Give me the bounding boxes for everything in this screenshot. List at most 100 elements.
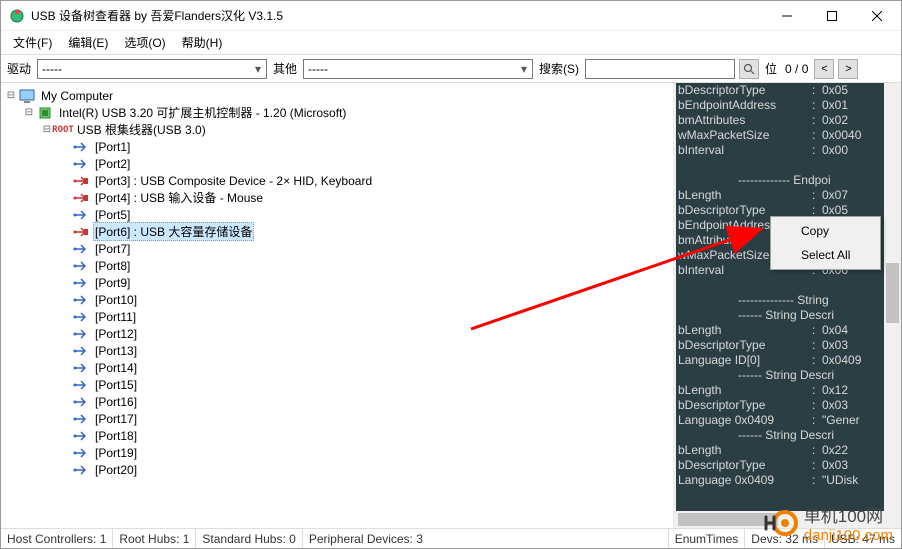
expand-icon	[59, 175, 71, 187]
detail-line[interactable]: bEndpointAddress: 0x01	[676, 98, 884, 113]
tree-node[interactable]: [Port10]	[5, 291, 673, 308]
tree-node[interactable]: [Port5]	[5, 206, 673, 223]
usb-empty-icon	[73, 208, 89, 222]
expand-icon	[59, 413, 71, 425]
chevron-down-icon: ▾	[516, 62, 532, 76]
tree-node-label: [Port16]	[93, 395, 139, 409]
expand-icon	[59, 294, 71, 306]
detail-line[interactable]: Language ID[0]: 0x0409	[676, 353, 884, 368]
expand-icon	[59, 311, 71, 323]
detail-line[interactable]: bDescriptorType: 0x05	[676, 83, 884, 98]
detail-line[interactable]: bLength: 0x07	[676, 188, 884, 203]
tree-node[interactable]: [Port11]	[5, 308, 673, 325]
sb-enumtimes: EnumTimes	[669, 529, 746, 548]
usb-empty-icon	[73, 242, 89, 256]
detail-line[interactable]: wMaxPacketSize: 0x0040	[676, 128, 884, 143]
device-tree[interactable]: ⊟ My Computer⊟Intel(R) USB 3.20 可扩展主机控制器 …	[1, 83, 673, 528]
tree-node[interactable]: [Port15]	[5, 376, 673, 393]
detail-panel: bDescriptorType: 0x05bEndpointAddress: 0…	[673, 83, 901, 528]
menu-file[interactable]: 文件(F)	[5, 32, 60, 53]
detail-line[interactable]: ------ String Descri	[676, 428, 884, 443]
menu-edit[interactable]: 编辑(E)	[60, 32, 116, 53]
tree-node[interactable]: [Port2]	[5, 155, 673, 172]
tree-node[interactable]: [Port13]	[5, 342, 673, 359]
detail-line[interactable]: bmAttributes: 0x02	[676, 113, 884, 128]
usb-empty-icon	[73, 378, 89, 392]
tree-node[interactable]: [Port1]	[5, 138, 673, 155]
detail-line[interactable]: bLength: 0x04	[676, 323, 884, 338]
next-button[interactable]: >	[838, 59, 858, 79]
usb-dev-icon	[73, 191, 89, 205]
collapse-icon[interactable]: ⊟	[23, 107, 35, 119]
usb-empty-icon	[73, 463, 89, 477]
tree-node[interactable]: [Port16]	[5, 393, 673, 410]
detail-line[interactable]: Language 0x0409: "Gener	[676, 413, 884, 428]
expand-icon	[59, 243, 71, 255]
tree-node[interactable]: [Port9]	[5, 274, 673, 291]
collapse-icon[interactable]: ⊟	[5, 90, 17, 102]
detail-line[interactable]: bDescriptorType: 0x03	[676, 458, 884, 473]
usb-empty-icon	[73, 276, 89, 290]
tree-node-label: [Port1]	[93, 140, 132, 154]
tree-node-label: [Port19]	[93, 446, 139, 460]
menu-options[interactable]: 选项(O)	[116, 32, 173, 53]
maximize-button[interactable]	[809, 1, 854, 30]
expand-icon	[59, 379, 71, 391]
drive-combo[interactable]: -----▾	[37, 59, 267, 79]
tree-node-label: [Port8]	[93, 259, 132, 273]
tree-node-label: [Port9]	[93, 276, 132, 290]
tree-node-label: [Port7]	[93, 242, 132, 256]
menu-help[interactable]: 帮助(H)	[174, 32, 231, 53]
tree-node-label: My Computer	[39, 89, 115, 103]
detail-line[interactable]: Language 0x0409: "UDisk	[676, 473, 884, 488]
ctx-copy[interactable]: Copy	[773, 219, 878, 243]
detail-line[interactable]: bDescriptorType: 0x03	[676, 338, 884, 353]
expand-icon	[59, 362, 71, 374]
detail-line[interactable]: bInterval: 0x00	[676, 143, 884, 158]
expand-icon	[59, 226, 71, 238]
detail-line[interactable]: bLength: 0x22	[676, 443, 884, 458]
vscrollbar[interactable]	[884, 83, 901, 528]
prev-button[interactable]: <	[814, 59, 834, 79]
search-go-button[interactable]	[739, 59, 759, 79]
tree-node[interactable]: [Port6] : USB 大容量存储设备	[5, 223, 673, 240]
search-label: 搜索(S)	[537, 60, 581, 77]
other-label: 其他	[271, 60, 299, 77]
usb-empty-icon	[73, 446, 89, 460]
usb-empty-icon	[73, 327, 89, 341]
tree-node[interactable]: [Port17]	[5, 410, 673, 427]
expand-icon	[59, 277, 71, 289]
tree-node[interactable]: ⊟Intel(R) USB 3.20 可扩展主机控制器 - 1.20 (Micr…	[5, 104, 673, 121]
tree-node[interactable]: [Port4] : USB 输入设备 - Mouse	[5, 189, 673, 206]
detail-line[interactable]: ------ String Descri	[676, 308, 884, 323]
other-combo[interactable]: -----▾	[303, 59, 533, 79]
detail-line[interactable]: bDescriptorType: 0x03	[676, 398, 884, 413]
search-input[interactable]	[585, 59, 735, 79]
usb-empty-icon	[73, 429, 89, 443]
detail-line[interactable]: -------------- String	[676, 293, 884, 308]
tree-node[interactable]: [Port8]	[5, 257, 673, 274]
tree-node[interactable]: ⊟ My Computer	[5, 87, 673, 104]
tree-node[interactable]: [Port18]	[5, 427, 673, 444]
detail-line[interactable]: bLength: 0x12	[676, 383, 884, 398]
tree-node-label: [Port2]	[93, 157, 132, 171]
detail-line[interactable]: ------------- Endpoi	[676, 173, 884, 188]
pos-label: 位	[763, 60, 779, 77]
tree-node-label: [Port17]	[93, 412, 139, 426]
minimize-button[interactable]	[764, 1, 809, 30]
detail-line[interactable]: ------ String Descri	[676, 368, 884, 383]
tree-node-label: [Port20]	[93, 463, 139, 477]
tree-node[interactable]: [Port14]	[5, 359, 673, 376]
tree-node[interactable]: [Port7]	[5, 240, 673, 257]
usb-empty-icon	[73, 310, 89, 324]
usb-empty-icon	[73, 293, 89, 307]
tree-node[interactable]: ⊟ROOTUSB 根集线器(USB 3.0)	[5, 121, 673, 138]
tree-node[interactable]: [Port19]	[5, 444, 673, 461]
close-button[interactable]	[854, 1, 899, 30]
tree-node[interactable]: [Port20]	[5, 461, 673, 478]
usb-empty-icon	[73, 412, 89, 426]
tree-node[interactable]: [Port12]	[5, 325, 673, 342]
usb-empty-icon	[73, 140, 89, 154]
ctx-select-all[interactable]: Select All	[773, 243, 878, 267]
tree-node[interactable]: [Port3] : USB Composite Device - 2× HID,…	[5, 172, 673, 189]
